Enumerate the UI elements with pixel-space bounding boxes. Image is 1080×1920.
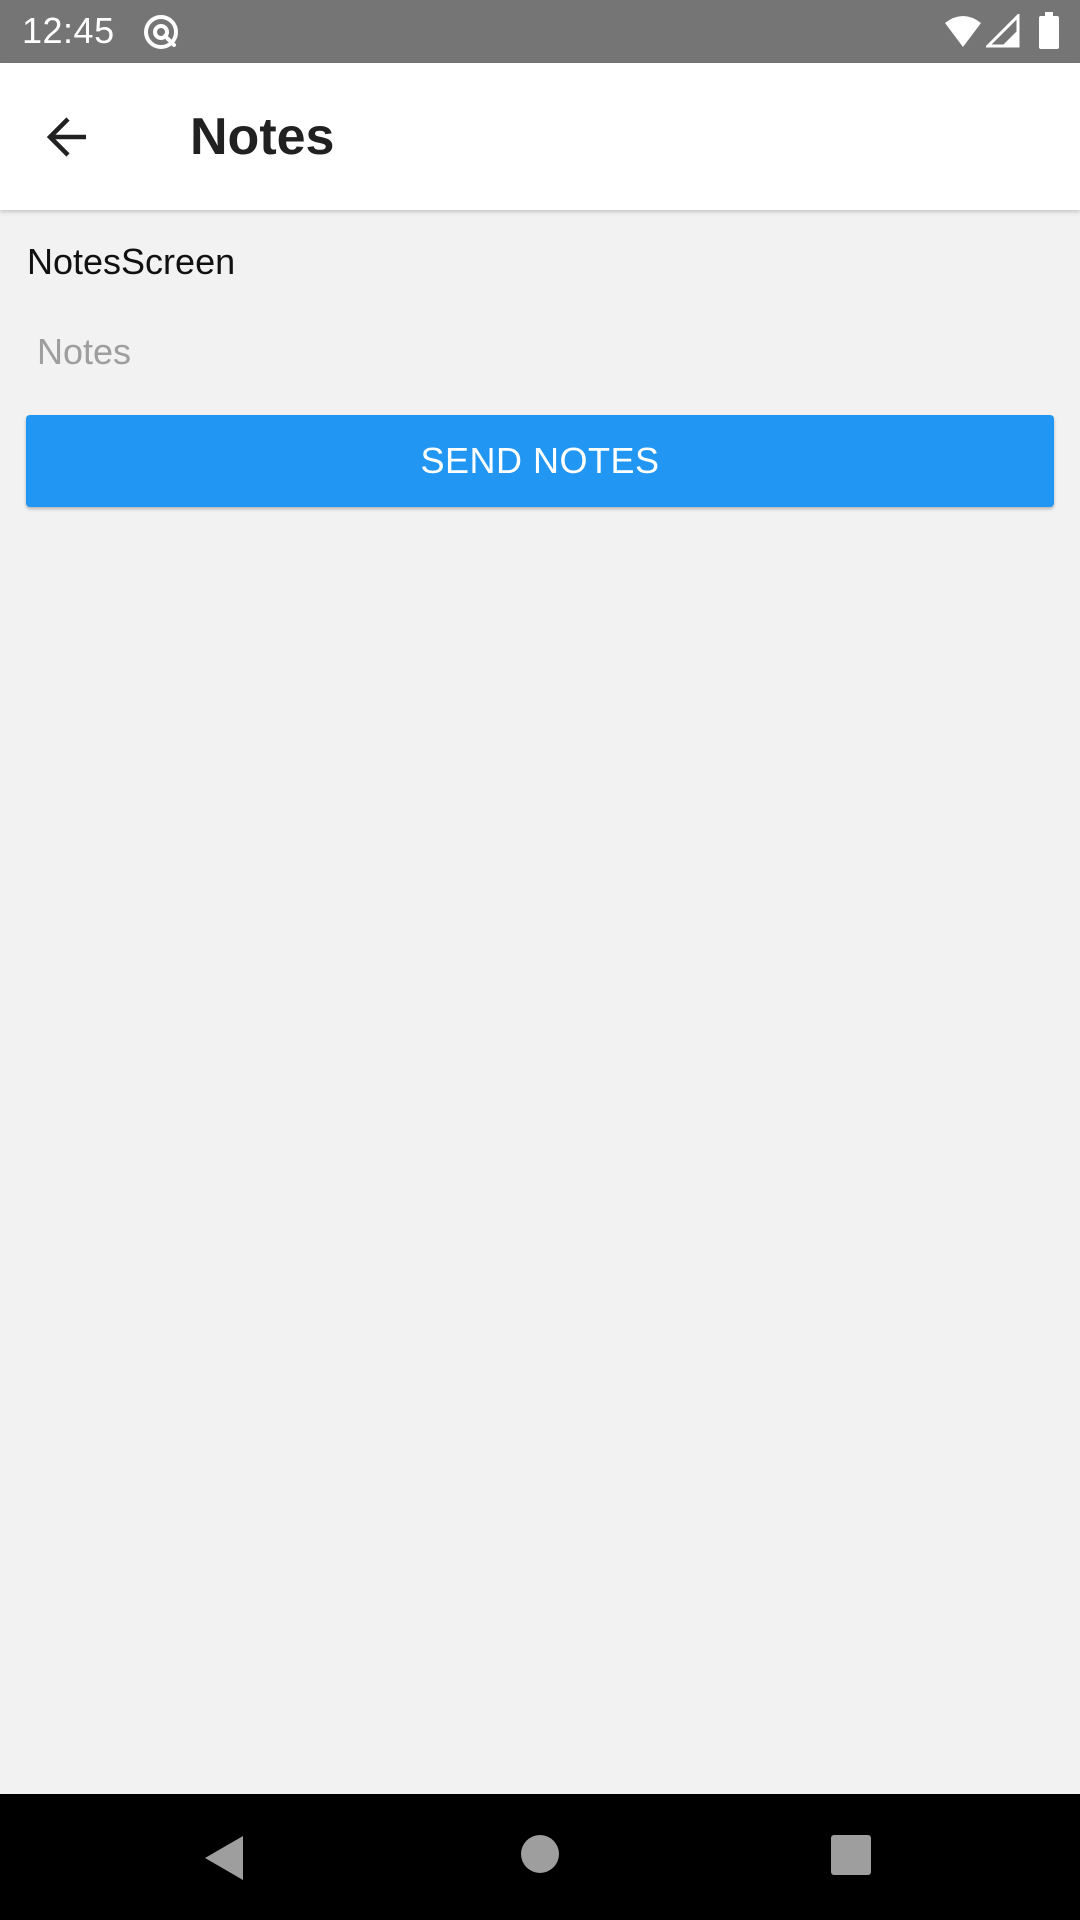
page-title: Notes <box>190 108 335 166</box>
wifi-icon <box>945 16 981 47</box>
screen-label: NotesScreen <box>27 241 236 282</box>
navigation-bar <box>0 1794 1080 1920</box>
send-notes-button[interactable]: SEND NOTES <box>26 415 1054 507</box>
nav-back-icon[interactable] <box>203 1834 247 1882</box>
notes-screen: 12:45 Notes NotesScreen SEND NOT <box>0 0 1080 1920</box>
nav-recents-icon[interactable] <box>830 1834 872 1876</box>
battery-icon <box>1039 12 1059 49</box>
status-time: 12:45 <box>22 10 115 51</box>
signal-icon <box>986 14 1020 48</box>
app-bar: Notes <box>0 63 1080 210</box>
nav-home-icon[interactable] <box>520 1834 560 1874</box>
arrow-left-icon <box>46 117 86 157</box>
status-bar: 12:45 <box>0 0 1080 63</box>
at-sign-icon <box>144 15 178 49</box>
notes-input[interactable] <box>27 322 1053 382</box>
back-button[interactable] <box>24 99 112 175</box>
